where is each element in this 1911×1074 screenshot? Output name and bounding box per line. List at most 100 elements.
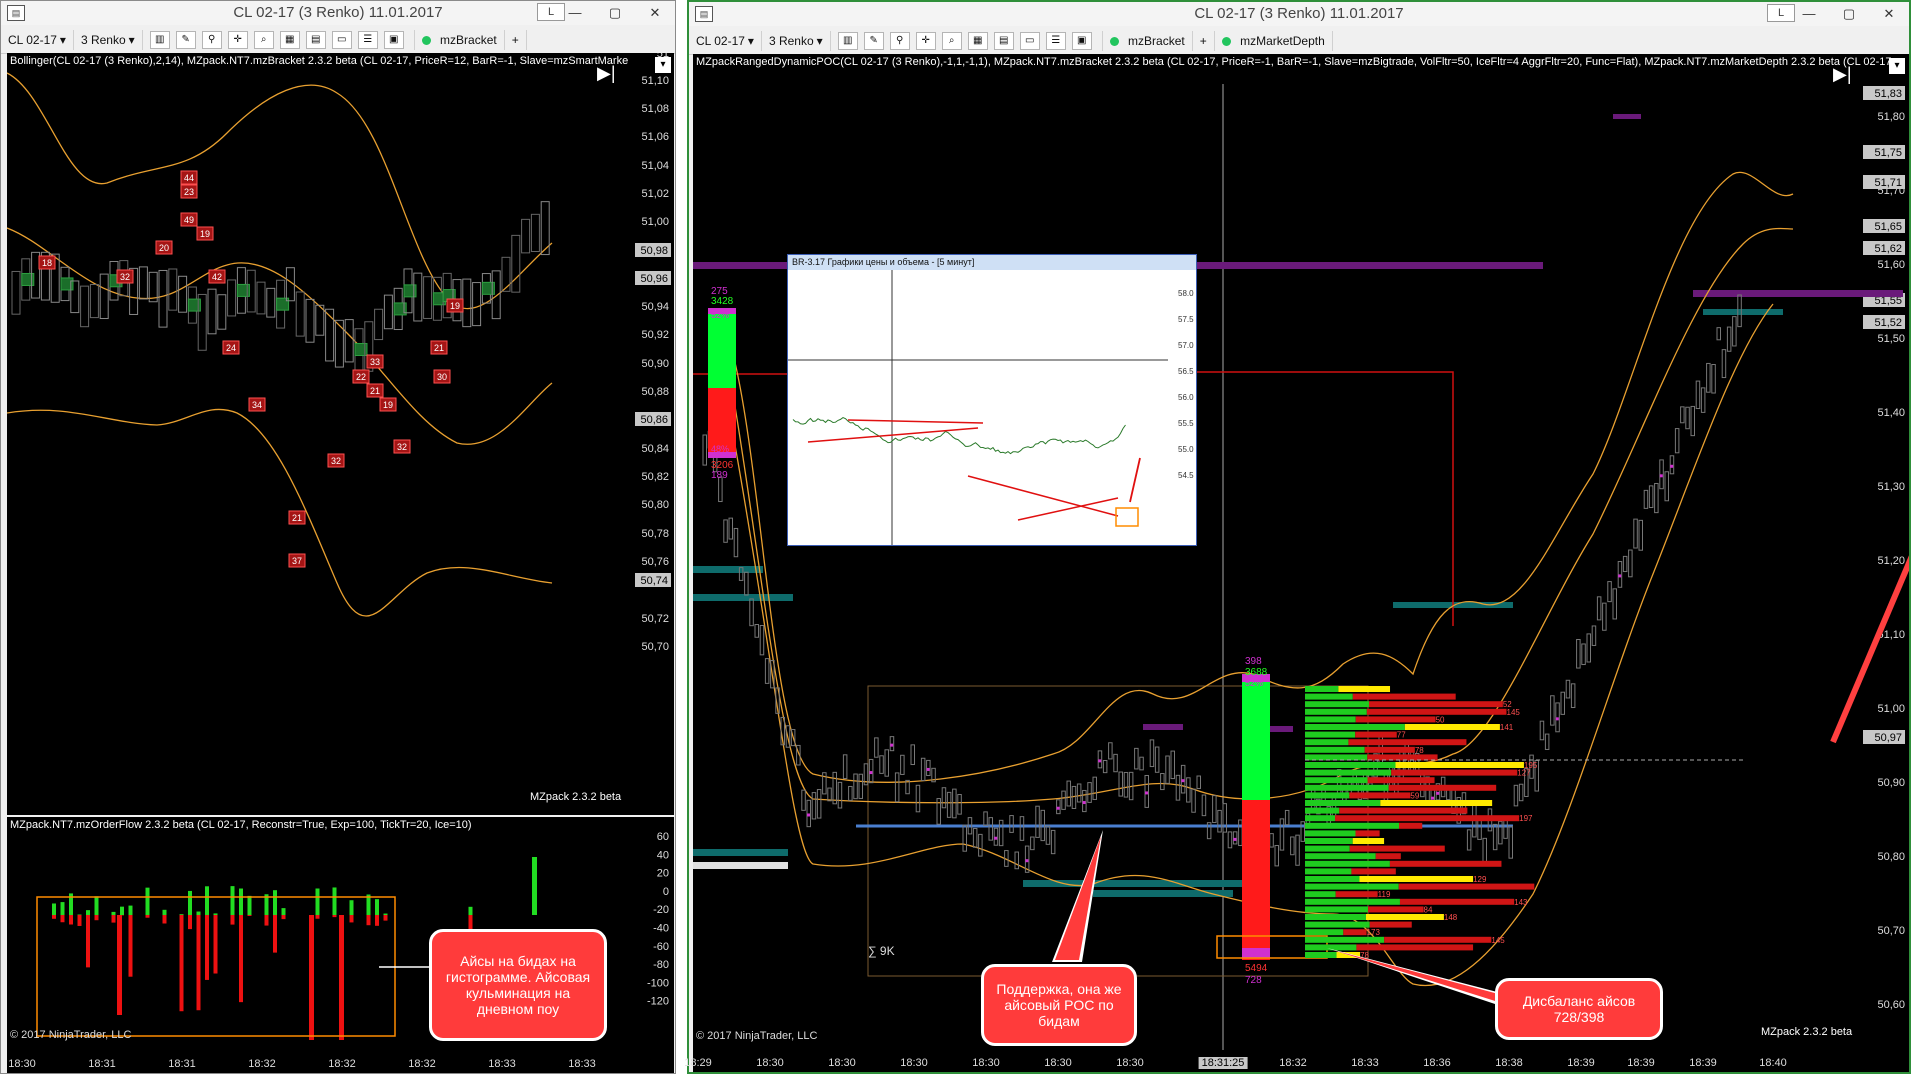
histogram-bar-positive <box>111 911 116 915</box>
chart-style-icon[interactable]: ▤ <box>305 31 326 49</box>
price-tag: 51,71 <box>1874 177 1902 189</box>
renko-brick <box>1144 774 1149 808</box>
crosshair-icon[interactable]: ✛ <box>227 31 248 49</box>
renko-brick <box>1513 784 1519 807</box>
depth-ask-bar <box>1351 868 1396 875</box>
bar-style-icon[interactable]: ▥ <box>837 32 858 50</box>
price-label: 50,84 <box>641 443 669 455</box>
properties-icon[interactable]: ☰ <box>1045 32 1066 50</box>
time-label: 18:39 <box>1567 1057 1595 1069</box>
renko-brick <box>910 744 915 766</box>
close-icon[interactable]: ✕ <box>1869 2 1909 26</box>
depth-ask-bar <box>1388 784 1497 791</box>
callout-bid-icebergs: Айсы на бидах на гистограмме. Айсовая ку… <box>429 929 607 1041</box>
time-label: 18:32 <box>1279 1057 1307 1069</box>
histogram-bar-negative <box>196 915 201 1011</box>
renko-brick <box>1284 809 1290 826</box>
maximize-icon[interactable]: ▢ <box>595 1 635 25</box>
period-selector[interactable]: 3 Renko ▾ <box>74 30 143 50</box>
period-selector[interactable]: 3 Renko ▾ <box>762 31 831 51</box>
instrument-selector[interactable]: CL 02-17 ▾ <box>1 30 74 50</box>
delta-badge: 21 <box>370 386 380 396</box>
pencil-icon[interactable]: ✎ <box>863 32 884 50</box>
right-price-panel[interactable]: MZpackRangedDynamicPOC(CL 02-17 (3 Renko… <box>693 54 1909 1054</box>
drawing-tools: ▥ ✎ ⚲ ✛ ⌕ ▦ ▤ ▭ ☰ ▣ <box>143 30 415 50</box>
strategy-icon[interactable]: ▣ <box>383 31 404 49</box>
renko-brick <box>946 791 952 818</box>
depth-ask-bar <box>1398 883 1535 890</box>
properties-icon[interactable]: ☰ <box>357 31 378 49</box>
delta-badge: 21 <box>292 513 302 523</box>
left-price-panel[interactable]: Bollinger(CL 02-17 (3 Renko),2,14), MZpa… <box>7 53 674 815</box>
play-icon[interactable]: ▶| <box>1833 64 1852 85</box>
left-title-bar[interactable]: ▤ CL 02-17 (3 Renko) 11.01.2017 L — ▢ ✕ <box>1 1 675 25</box>
renko-brick <box>879 755 884 774</box>
minimize-icon[interactable]: — <box>1789 2 1829 26</box>
eyedropper-icon[interactable]: ⚲ <box>201 31 222 49</box>
histogram-bar-negative <box>179 915 184 1012</box>
inset-axis-label: 57.5 <box>1178 315 1194 324</box>
depth-bid-bar <box>1305 731 1356 738</box>
instrument-selector[interactable]: CL 02-17 ▾ <box>689 31 762 51</box>
renko-brick <box>811 792 817 820</box>
histogram-bar-negative <box>332 915 337 918</box>
histogram-bar-positive <box>468 906 473 915</box>
data-box-icon[interactable]: ▭ <box>331 31 352 49</box>
price-label: 50,78 <box>641 528 669 540</box>
chevron-down-icon: ▾ <box>59 33 66 47</box>
panel-menu-icon[interactable]: ▾ <box>655 57 671 73</box>
play-icon[interactable]: ▶| <box>597 63 616 84</box>
close-icon[interactable]: ✕ <box>635 1 675 25</box>
renko-brick <box>816 789 822 819</box>
pencil-icon[interactable]: ✎ <box>175 31 196 49</box>
renko-brick <box>827 787 832 802</box>
right-copyright: © 2017 NinjaTrader, LLC <box>696 1030 818 1042</box>
add-tab-button[interactable]: + <box>505 30 527 50</box>
zoom-icon[interactable]: ⌕ <box>253 31 274 49</box>
right-price-plot: 51,8051,7051,6051,5051,4051,3051,2051,10… <box>693 84 1909 1054</box>
time-label: 18:30 <box>8 1058 36 1070</box>
depth-bid-bar <box>1305 868 1352 875</box>
renko-brick <box>1643 489 1649 509</box>
renko-brick <box>1134 747 1139 770</box>
depth-bid-bar <box>1305 792 1350 799</box>
histogram-bar-positive <box>213 913 218 915</box>
renko-brick <box>530 213 540 252</box>
bar-style-icon[interactable]: ▥ <box>149 31 170 49</box>
depth-bid-bar <box>1305 898 1400 905</box>
indicators-icon[interactable]: ▦ <box>967 32 988 50</box>
time-label: 18:33 <box>488 1058 516 1070</box>
right-title-bar[interactable]: ▤ CL 02-17 (3 Renko) 11.01.2017 L — ▢ ✕ <box>689 2 1909 26</box>
panel-menu-icon[interactable]: ▾ <box>1889 58 1905 74</box>
minimize-icon[interactable]: — <box>555 1 595 25</box>
iceberg-level <box>693 849 788 856</box>
histogram-bar-positive <box>247 895 252 915</box>
trade-dot <box>1618 574 1622 578</box>
inset-title: BR-3.17 Графики цены и объема - [5 минут… <box>788 255 1196 270</box>
indicators-icon[interactable]: ▦ <box>279 31 300 49</box>
depth-ask-bar <box>1399 822 1423 829</box>
add-tab-button[interactable]: + <box>1193 31 1215 51</box>
strategy-tab-mzbracket[interactable]: mzBracket <box>415 30 505 50</box>
data-box-icon[interactable]: ▭ <box>1019 32 1040 50</box>
price-label: 50,90 <box>1877 777 1905 789</box>
strategy-icon[interactable]: ▣ <box>1071 32 1092 50</box>
time-label: 18:33 <box>568 1058 596 1070</box>
depth-value: 119 <box>1378 890 1391 899</box>
histogram-bar-negative <box>145 915 150 918</box>
depth-bid-bar <box>1305 693 1353 700</box>
zoom-icon[interactable]: ⌕ <box>941 32 962 50</box>
trade-dot <box>1659 474 1663 478</box>
renko-brick <box>1014 851 1019 870</box>
chart-style-icon[interactable]: ▤ <box>993 32 1014 50</box>
strategy-tab-mzbracket[interactable]: mzBracket <box>1103 31 1193 51</box>
strategy-tab-mzmarketdepth[interactable]: mzMarketDepth <box>1215 31 1333 51</box>
eyedropper-icon[interactable]: ⚲ <box>889 32 910 50</box>
histogram-bar-negative <box>264 915 269 926</box>
renko-brick <box>972 827 978 848</box>
histogram-bar-negative <box>213 915 218 974</box>
trade-dot <box>1056 806 1060 810</box>
histogram-bar-negative <box>77 915 82 926</box>
crosshair-icon[interactable]: ✛ <box>915 32 936 50</box>
maximize-icon[interactable]: ▢ <box>1829 2 1869 26</box>
